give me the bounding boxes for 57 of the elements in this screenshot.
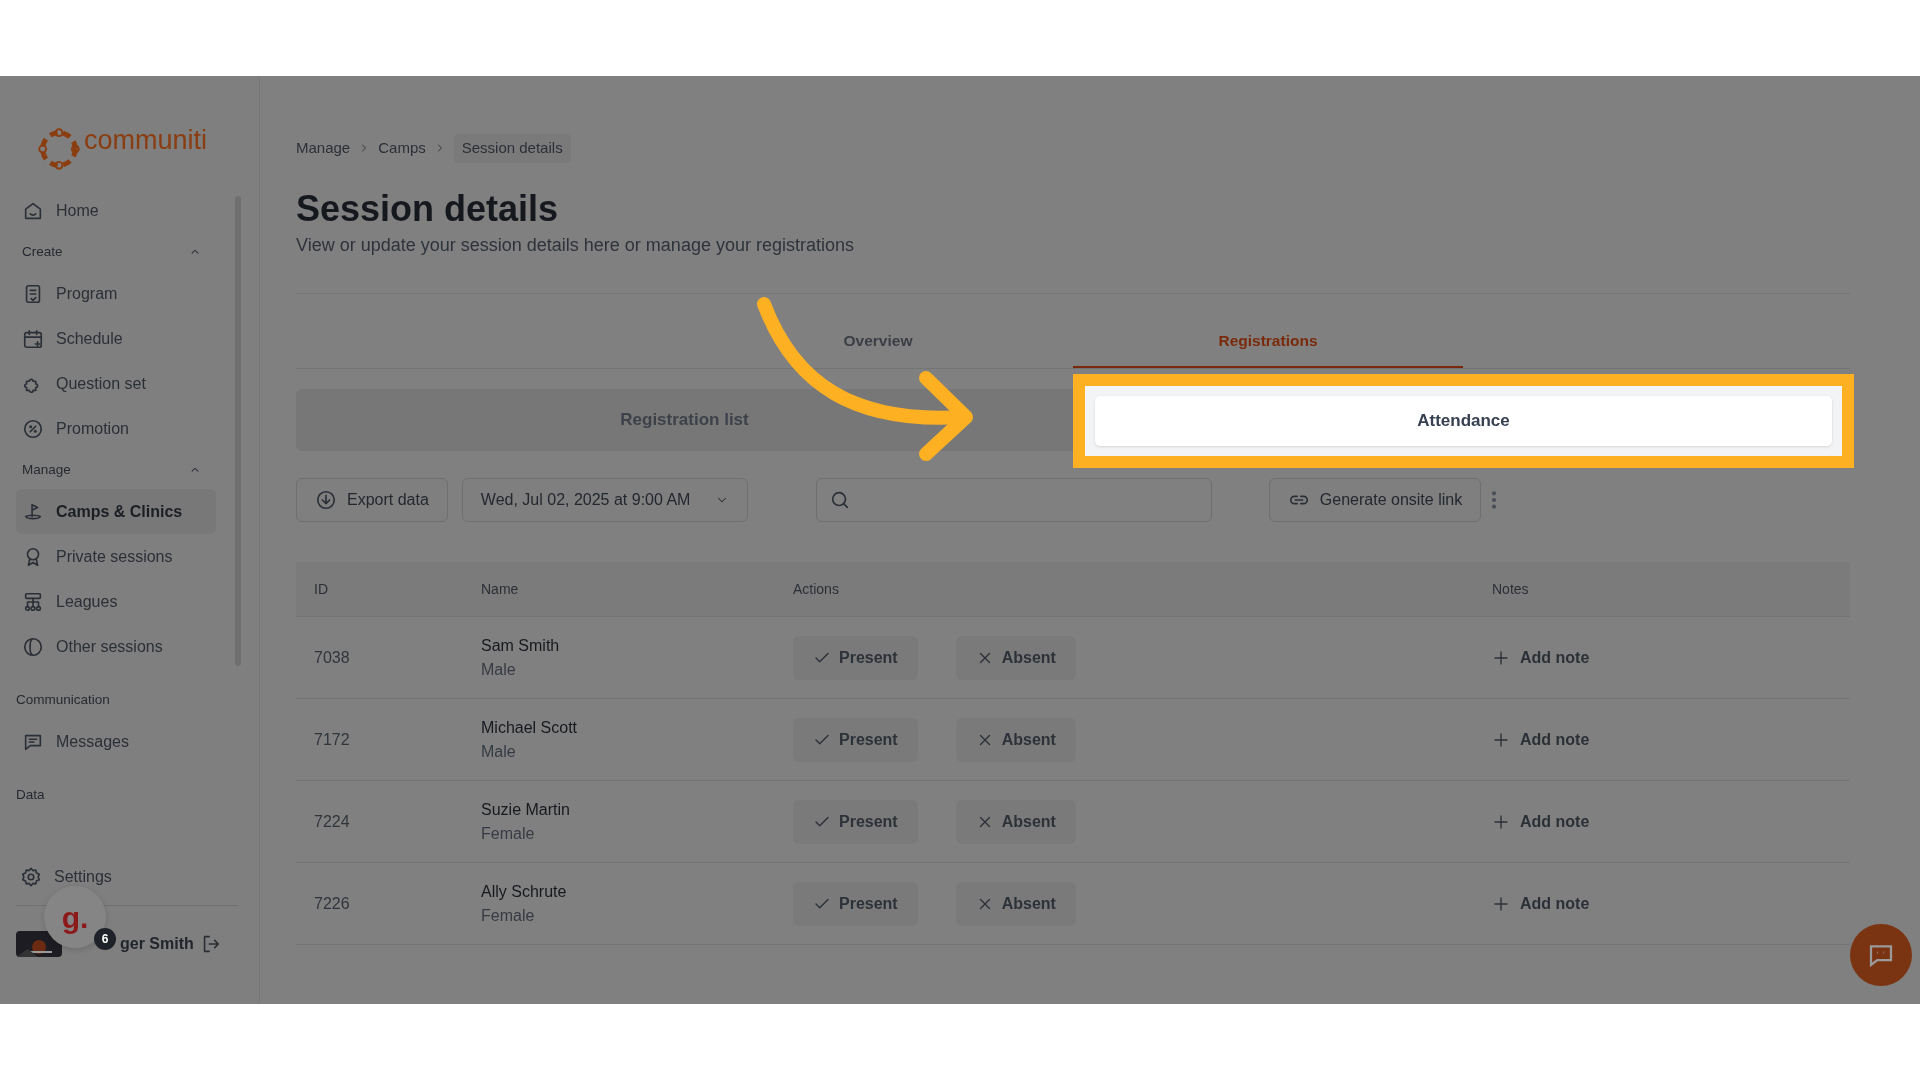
generate-link-button[interactable]: Generate onsite link [1268, 478, 1482, 523]
user-name[interactable]: ger Smith [120, 932, 194, 956]
sidebar-item[interactable]: Messages [16, 719, 216, 764]
column-header: ID [314, 580, 328, 597]
present-button[interactable]: Present [793, 717, 918, 762]
breadcrumb-item[interactable]: Camps [378, 137, 426, 160]
sidebar-item[interactable]: Private sessions [16, 534, 216, 579]
segment-tab[interactable]: Registration list [301, 394, 1068, 447]
sidebar-item[interactable]: Question set [16, 361, 216, 406]
participant-name: Sam Smith [481, 635, 561, 656]
tab[interactable]: Registrations [1073, 294, 1463, 369]
participant-gender: Female [481, 905, 536, 926]
tab[interactable]: Overview [683, 294, 1073, 369]
column-header: Notes [1492, 580, 1529, 597]
add-note-button[interactable]: Add note [1492, 809, 1590, 834]
page-title: Session details [296, 188, 560, 229]
participant-gender: Male [481, 659, 517, 680]
id-cell: 7226 [314, 894, 350, 912]
present-button[interactable]: Present [793, 635, 918, 680]
add-note-button[interactable]: Add note [1492, 891, 1590, 916]
sidebar-item[interactable]: Program [16, 271, 216, 316]
present-button[interactable]: Present [793, 799, 918, 844]
section-label: Communication [16, 690, 111, 709]
absent-button[interactable]: Absent [955, 635, 1076, 680]
segment-tab[interactable]: Attendance [1095, 396, 1832, 447]
page-subtitle: View or update your session details here or manage your registrations [296, 234, 855, 258]
absent-button[interactable]: Absent [955, 881, 1076, 926]
sidebar-item[interactable]: Promotion [16, 406, 216, 451]
export-button[interactable]: Export data [296, 478, 448, 523]
column-header: Name [481, 580, 519, 597]
breadcrumb-item[interactable]: Manage [296, 137, 351, 160]
add-note-button[interactable]: Add note [1492, 727, 1590, 752]
add-note-button[interactable]: Add note [1492, 645, 1590, 670]
notification-badge: 6 [94, 928, 116, 950]
section-label: Create [22, 242, 63, 261]
sidebar-item[interactable]: Camps & Clinics [16, 489, 216, 534]
absent-button[interactable]: Absent [955, 717, 1076, 762]
participant-name: Michael Scott [481, 717, 579, 738]
breadcrumb-item: Session details [453, 134, 571, 163]
id-cell: 7038 [314, 648, 350, 666]
sidebar-item[interactable]: Leagues [16, 579, 216, 624]
participant-gender: Female [481, 823, 536, 844]
sidebar-item[interactable]: Home [16, 188, 216, 233]
section-label: Manage [22, 460, 71, 479]
participant-name: Suzie Martin [481, 799, 571, 820]
sidebar-item[interactable]: Schedule [16, 316, 216, 361]
participant-gender: Male [481, 741, 517, 762]
column-header: Actions [793, 579, 839, 599]
date-dropdown[interactable]: Wed, Jul 02, 2025 at 9:00 AM [461, 478, 748, 523]
id-cell: 7224 [314, 812, 350, 830]
section-label: Data [16, 785, 46, 804]
sidebar-item[interactable]: Other sessions [16, 624, 216, 669]
id-cell: 7172 [314, 730, 350, 748]
present-button[interactable]: Present [793, 881, 918, 926]
participant-name: Ally Schrute [481, 881, 568, 902]
absent-button[interactable]: Absent [955, 799, 1076, 844]
logo-text: communiti [84, 127, 208, 154]
